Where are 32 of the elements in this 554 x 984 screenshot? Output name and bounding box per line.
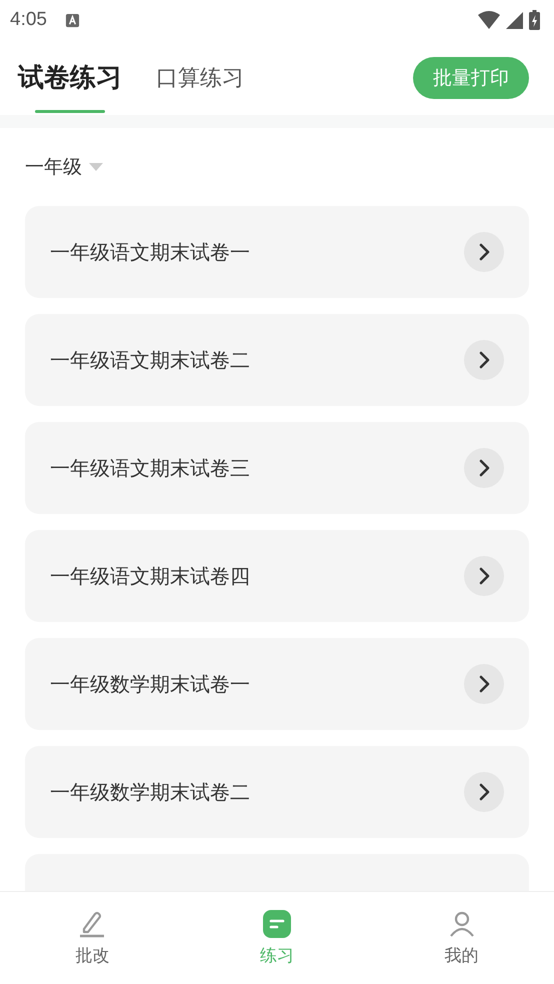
paper-title: 一年级数学期末试卷二 bbox=[50, 778, 250, 806]
pen-icon[interactable] bbox=[78, 910, 106, 938]
paper-title: 一年级语文期末试卷二 bbox=[50, 346, 250, 374]
chevron-right-icon[interactable] bbox=[464, 556, 504, 596]
tab[interactable]: 口算练习 bbox=[156, 40, 244, 115]
paper-card[interactable]: 一年级语文期末试卷一 bbox=[25, 206, 529, 298]
grade-dropdown[interactable]: 一年级 bbox=[25, 154, 82, 180]
chevron-right-icon[interactable] bbox=[464, 664, 504, 704]
practice-icon[interactable] bbox=[262, 910, 291, 938]
chevron-right-icon[interactable] bbox=[464, 448, 504, 488]
nav-tab-label[interactable]: 我的 bbox=[444, 944, 479, 966]
chevron-right-icon[interactable] bbox=[464, 232, 504, 272]
dropdown-caret-icon bbox=[88, 162, 104, 172]
battery-icon bbox=[529, 10, 540, 30]
paper-card[interactable]: 一年级数学期末试卷二 bbox=[25, 746, 529, 838]
paper-card[interactable]: 一年级语文期末试卷三 bbox=[25, 422, 529, 514]
paper-card[interactable]: 一年级语文期末试卷二 bbox=[25, 314, 529, 406]
wifi-icon bbox=[478, 11, 500, 29]
nav-tab-label[interactable]: 批改 bbox=[75, 944, 110, 966]
paper-card[interactable]: 一年级数学期末试卷一 bbox=[25, 638, 529, 730]
user-icon[interactable] bbox=[448, 910, 476, 938]
keyboard-icon bbox=[64, 12, 80, 28]
paper-title: 一年级数学期末试卷一 bbox=[50, 670, 250, 698]
paper-card[interactable]: 一年级语文期末试卷四 bbox=[25, 530, 529, 622]
paper-title: 一年级语文期末试卷三 bbox=[50, 454, 250, 482]
paper-title: 一年级语文期末试卷四 bbox=[50, 562, 250, 590]
signal-icon bbox=[506, 12, 523, 28]
status-time: 4:05 bbox=[10, 9, 47, 31]
chevron-right-icon[interactable] bbox=[464, 340, 504, 380]
chevron-right-icon[interactable] bbox=[464, 772, 504, 812]
paper-title: 一年级语文期末试卷一 bbox=[50, 238, 250, 266]
tab[interactable]: 试卷练习 bbox=[18, 40, 122, 115]
